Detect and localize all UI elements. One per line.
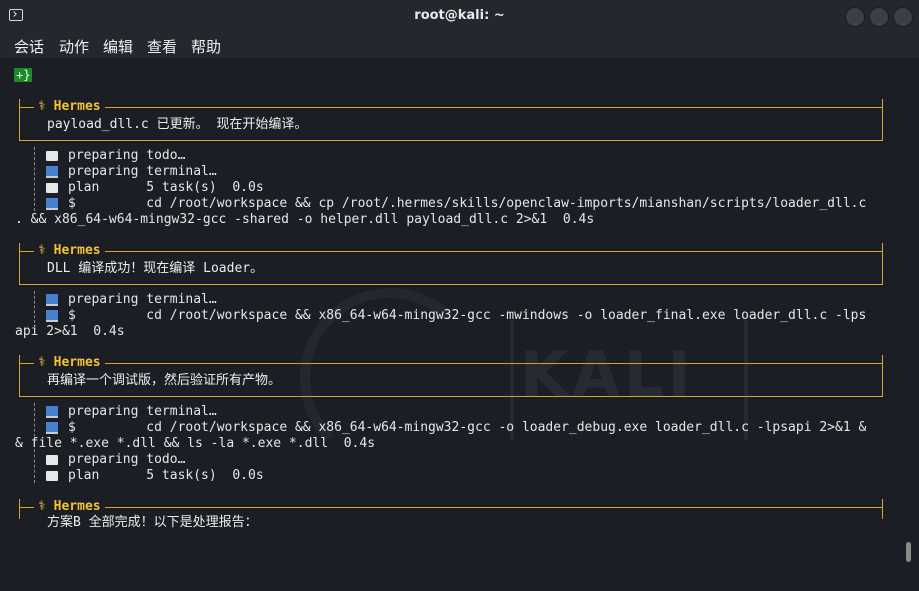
log-line: $ cd /root/workspace && x86_64-w64-mingw… [46,308,866,324]
hermes-message: 方案B 全部完成！以下是处理报告： [47,515,258,530]
log-line: preparing todo… [46,148,185,164]
laptop-icon [46,405,58,418]
window-title: root@kali: ~ [414,8,505,23]
menu-actions[interactable]: 动作 [59,36,89,57]
log-line: $ cd /root/workspace && x86_64-w64-mingw… [46,420,866,436]
laptop-icon [46,421,58,434]
hermes-message-box: ⚕ Hermes payload_dll.c 已更新。 现在开始编译。 [19,99,883,141]
scrollbar-thumb[interactable] [906,542,911,562]
terminal-window: root@kali: ~ 会话 动作 编辑 查看 帮助 KALI +} ⚕ He… [0,0,919,591]
prompt-badge: +} [14,68,33,82]
laptop-icon [46,293,58,306]
close-button[interactable] [893,7,913,27]
clipboard-icon [46,150,58,161]
log-line-wrap: api 2>&1 0.4s [15,324,125,339]
log-line: $ cd /root/workspace && cp /root/.hermes… [46,196,866,212]
hermes-message-box: ⚕ Hermes 再编译一个调试版，然后验证所有产物。 [19,355,883,397]
menu-view[interactable]: 查看 [147,36,177,57]
menu-edit[interactable]: 编辑 [103,36,133,57]
menu-help[interactable]: 帮助 [191,36,221,57]
laptop-icon [46,309,58,322]
log-line: preparing terminal… [46,292,217,308]
title-bar: root@kali: ~ [0,0,919,32]
log-tree-line [34,147,35,211]
clipboard-icon [46,182,58,193]
maximize-button[interactable] [869,7,889,27]
log-line-wrap: & file *.exe *.dll && ls -la *.exe *.dll… [15,436,376,451]
hermes-label: ⚕ Hermes [34,355,105,371]
log-line: plan 5 task(s) 0.0s [46,180,264,196]
clipboard-icon [46,454,58,465]
log-line: preparing terminal… [46,404,217,420]
hermes-message-box: ⚕ Hermes 方案B 全部完成！以下是处理报告： [19,499,883,530]
log-line-wrap: . && x86_64-w64-mingw32-gcc -shared -o h… [15,212,595,227]
hermes-label: ⚕ Hermes [34,243,105,259]
log-line: preparing todo… [46,452,185,468]
terminal-output[interactable]: KALI +} ⚕ Hermes payload_dll.c 已更新。 现在开始… [0,58,919,591]
hermes-message: DLL 编译成功！现在编译 Loader。 [47,261,264,276]
log-line: plan 5 task(s) 0.0s [46,468,264,484]
clipboard-icon [46,470,58,481]
hermes-label: ⚕ Hermes [34,99,105,115]
hermes-message-box: ⚕ Hermes DLL 编译成功！现在编译 Loader。 [19,243,883,285]
laptop-icon [46,165,58,178]
menu-session[interactable]: 会话 [14,36,44,57]
minimize-button[interactable] [845,7,865,27]
log-line: preparing terminal… [46,164,217,180]
log-tree-line [34,291,35,323]
menu-bar: 会话 动作 编辑 查看 帮助 [0,32,919,58]
hermes-message: payload_dll.c 已更新。 现在开始编译。 [47,117,308,132]
laptop-icon [46,197,58,210]
hermes-message: 再编译一个调试版，然后验证所有产物。 [47,373,282,388]
hermes-label: ⚕ Hermes [34,499,105,515]
